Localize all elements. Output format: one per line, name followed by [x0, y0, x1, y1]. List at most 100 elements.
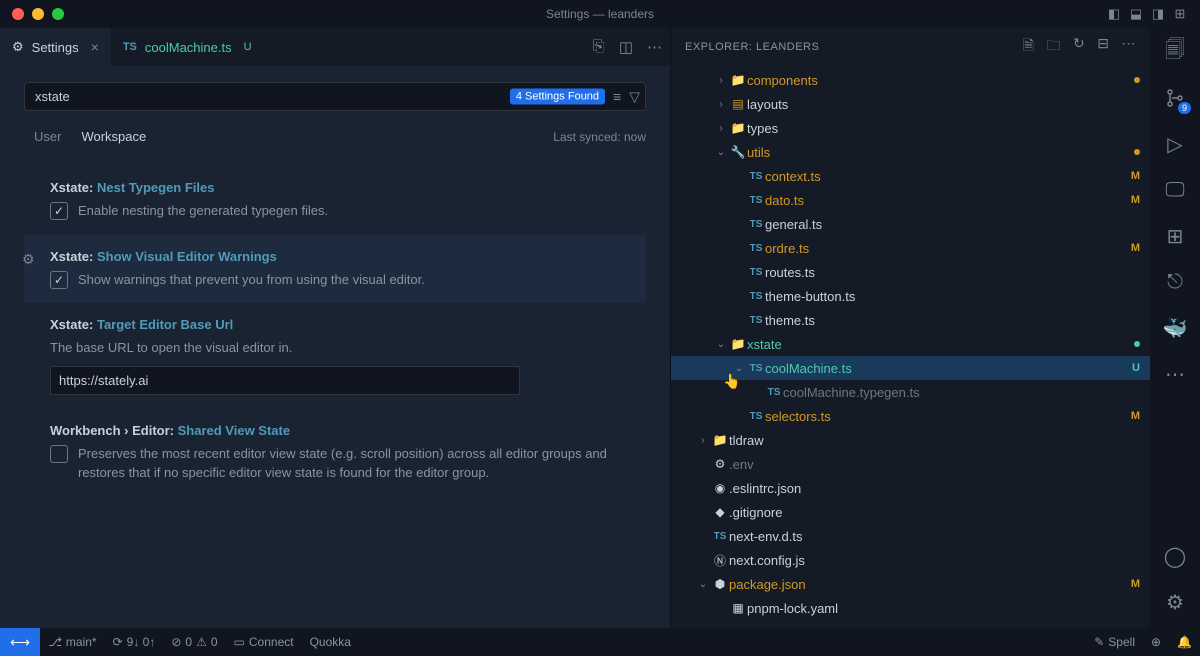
file-icon: 🔧: [729, 145, 747, 159]
file-name: next.config.js: [729, 553, 1140, 568]
scope-workspace[interactable]: Workspace: [71, 125, 156, 148]
remote-icon[interactable]: 🖵: [1161, 176, 1189, 204]
minimize-window[interactable]: [32, 8, 44, 20]
chevron-icon: ⌄: [713, 339, 729, 350]
tree-item-components[interactable]: ›📁components: [671, 68, 1150, 92]
connect-indicator[interactable]: ▭ Connect: [226, 635, 302, 649]
tree-item-utils[interactable]: ⌄🔧utils: [671, 140, 1150, 164]
tree-item-xstate[interactable]: ⌄📁xstate: [671, 332, 1150, 356]
panel-bottom-icon[interactable]: ⬓: [1128, 6, 1144, 22]
diff-icon[interactable]: ⎘: [593, 38, 605, 56]
tab-label: Settings: [32, 40, 79, 55]
status-dot: [1134, 77, 1140, 83]
sync-indicator[interactable]: ⟳ 9↓ 0↑: [105, 635, 164, 649]
scope-user[interactable]: User: [24, 125, 71, 148]
git-graph-icon[interactable]: ⎋: [1161, 268, 1189, 296]
settings-editor: 4 Settings Found ≡ ▽ User Workspace Last…: [0, 66, 670, 628]
collapse-icon[interactable]: ⊟: [1097, 35, 1109, 59]
file-name: routes.ts: [765, 265, 1140, 280]
setting-input[interactable]: [50, 366, 520, 395]
quokka-indicator[interactable]: Quokka: [302, 635, 359, 649]
tree-item-theme-button.ts[interactable]: TStheme-button.ts: [671, 284, 1150, 308]
tree-item-.eslintrc.json[interactable]: ◉.eslintrc.json: [671, 476, 1150, 500]
file-tree[interactable]: ›📁components›▤layouts›📁types⌄🔧utilsTScon…: [671, 66, 1150, 628]
setting-2: Xstate: Target Editor Base UrlThe base U…: [24, 303, 646, 409]
run-icon[interactable]: ▷: [1161, 130, 1189, 158]
overflow-icon[interactable]: ⋯: [1161, 360, 1189, 388]
tree-item-tldraw[interactable]: ›📁tldraw: [671, 428, 1150, 452]
tree-item-general.ts[interactable]: TSgeneral.ts: [671, 212, 1150, 236]
setting-checkbox[interactable]: [50, 202, 68, 220]
file-name: context.ts: [765, 169, 1131, 184]
sync-status: Last synced: now: [553, 130, 646, 144]
file-icon: ▦: [729, 601, 747, 615]
git-badge: U: [1132, 362, 1140, 374]
branch-indicator[interactable]: ⎇ main*: [40, 635, 105, 649]
new-file-icon[interactable]: 🗎: [1023, 35, 1035, 59]
file-icon: TS: [711, 531, 729, 542]
extensions-icon[interactable]: ⊞: [1161, 222, 1189, 250]
tree-item-next.config.js[interactable]: Ⓝnext.config.js: [671, 548, 1150, 572]
tree-item-coolMachine.typegen.ts[interactable]: TScoolMachine.typegen.ts: [671, 380, 1150, 404]
tree-item-.env[interactable]: ⚙.env: [671, 452, 1150, 476]
file-name: .gitignore: [729, 505, 1140, 520]
account-icon[interactable]: ◯: [1161, 542, 1189, 570]
explorer-icon[interactable]: 🗐: [1161, 38, 1189, 66]
setting-0: Xstate: Nest Typegen FilesEnable nesting…: [24, 166, 646, 235]
setting-desc: Show warnings that prevent you from usin…: [78, 270, 425, 290]
file-icon: ◆: [711, 505, 729, 519]
file-name: theme-button.ts: [765, 289, 1140, 304]
tree-item-ordre.ts[interactable]: TSordre.tsM: [671, 236, 1150, 260]
docker-icon[interactable]: 🐳: [1161, 314, 1189, 342]
layout-icon[interactable]: ⊞: [1172, 6, 1188, 22]
panel-right-icon[interactable]: ◨: [1150, 6, 1166, 22]
tree-item-coolMachine.ts[interactable]: ⌄TScoolMachine.tsU👆: [671, 356, 1150, 380]
tree-item-dato.ts[interactable]: TSdato.tsM: [671, 188, 1150, 212]
maximize-window[interactable]: [52, 8, 64, 20]
tab-label: coolMachine.ts: [145, 40, 232, 55]
tree-item-layouts[interactable]: ›▤layouts: [671, 92, 1150, 116]
chevron-icon: ⌄: [695, 579, 711, 590]
remote-indicator[interactable]: ⟷: [0, 628, 40, 656]
scm-icon[interactable]: 9: [1161, 84, 1189, 112]
setting-checkbox[interactable]: [50, 445, 68, 463]
file-icon: TS: [765, 387, 783, 398]
tree-item-.gitignore[interactable]: ◆.gitignore: [671, 500, 1150, 524]
filter-icon[interactable]: ▽: [629, 88, 640, 105]
file-icon: 📁: [729, 337, 747, 351]
spell-indicator[interactable]: ✎ Spell: [1086, 635, 1143, 649]
tab-settings[interactable]: ⚙ Settings ×: [0, 28, 111, 66]
bell-icon[interactable]: 🔔: [1169, 635, 1200, 649]
feedback-icon[interactable]: ⊕: [1143, 635, 1169, 649]
tree-item-types[interactable]: ›📁types: [671, 116, 1150, 140]
chevron-icon: ›: [713, 99, 729, 110]
window-controls: [12, 8, 64, 20]
status-dot: [1134, 149, 1140, 155]
refresh-icon[interactable]: ↻: [1073, 35, 1085, 59]
split-editor-icon[interactable]: ◫: [619, 38, 633, 56]
setting-checkbox[interactable]: [50, 271, 68, 289]
settings-gear-icon[interactable]: ⚙: [1161, 588, 1189, 616]
panel-left-icon[interactable]: ◧: [1106, 6, 1122, 22]
tree-item-pnpm-lock.yaml[interactable]: ▦pnpm-lock.yaml: [671, 596, 1150, 620]
more-icon[interactable]: ⋯: [1122, 35, 1137, 59]
tree-item-context.ts[interactable]: TScontext.tsM: [671, 164, 1150, 188]
tree-item-selectors.ts[interactable]: TSselectors.tsM: [671, 404, 1150, 428]
gear-icon[interactable]: ⚙: [22, 251, 35, 268]
tree-item-package.json[interactable]: ⌄⬢package.jsonM: [671, 572, 1150, 596]
tree-item-next-env.d.ts[interactable]: TSnext-env.d.ts: [671, 524, 1150, 548]
tree-item-theme.ts[interactable]: TStheme.ts: [671, 308, 1150, 332]
problems-indicator[interactable]: ⊘ 0 ⚠ 0: [163, 635, 225, 649]
close-window[interactable]: [12, 8, 24, 20]
tab-coolmachine[interactable]: TS coolMachine.ts U: [111, 28, 264, 66]
results-badge: 4 Settings Found: [510, 89, 605, 105]
tree-item-routes.ts[interactable]: TSroutes.ts: [671, 260, 1150, 284]
file-name: types: [747, 121, 1140, 136]
clear-search-icon[interactable]: ≡: [613, 89, 621, 105]
more-icon[interactable]: ⋯: [647, 38, 662, 56]
chevron-icon: ›: [713, 123, 729, 134]
new-folder-icon[interactable]: 🗀: [1047, 35, 1062, 59]
file-name: layouts: [747, 97, 1140, 112]
close-icon[interactable]: ×: [91, 39, 99, 55]
file-icon: ⚙: [711, 457, 729, 471]
